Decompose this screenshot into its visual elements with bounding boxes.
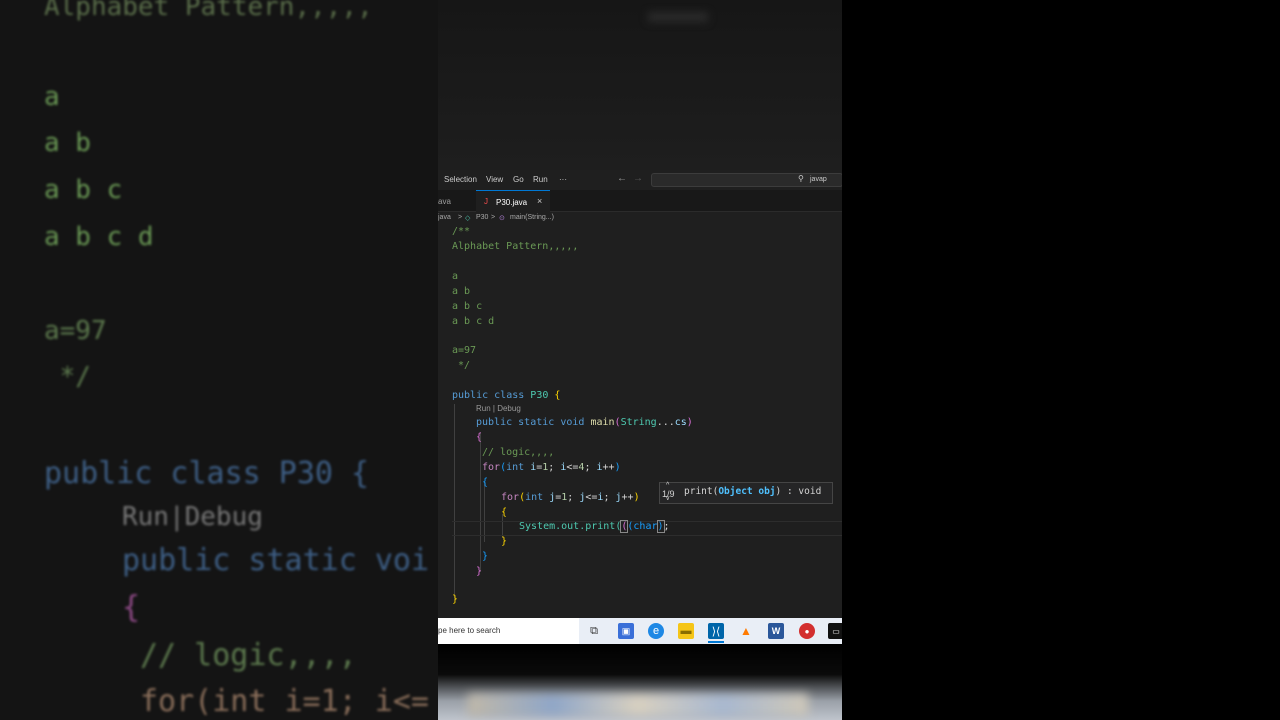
code-line-outer-close: } (482, 551, 489, 562)
menu-selection[interactable]: Selection (444, 175, 477, 184)
code-line-outer-brace: { (482, 477, 489, 488)
menu-more[interactable]: ··· (559, 175, 567, 184)
bg-line-lens: Run|Debug (122, 502, 263, 532)
code-line-inner-brace: { (501, 507, 508, 518)
code-line-main: public static void main(String...cs) (476, 417, 693, 428)
code-line-9: a=97 (452, 345, 477, 356)
background-zoom-left: Alphabet Pattern,,,,, a a b a b c a b c … (0, 0, 438, 720)
breadcrumb-class[interactable]: P30 (476, 214, 488, 221)
taskbar-search-placeholder: pe here to search (438, 626, 501, 635)
code-line-outer-for: for(int i=1; i<=4; i++) (482, 462, 621, 473)
editor-tabs: ava J P30.java × (438, 190, 842, 212)
word-icon[interactable]: W (768, 623, 784, 639)
bg-line-a97: a=97 (44, 316, 107, 346)
chevron-down-icon[interactable]: v (666, 495, 670, 502)
close-icon[interactable]: × (537, 196, 542, 206)
edge-icon[interactable]: e (648, 623, 664, 639)
bg-line-title: Alphabet Pattern,,,,, (44, 0, 373, 22)
code-line-5: a b (452, 286, 471, 297)
parameter-hint-popup[interactable]: ^ 1/9 v print(Object obj) : void (659, 482, 833, 504)
tab-previous[interactable]: ava (438, 190, 476, 211)
back-arrow-icon[interactable]: ← (617, 173, 627, 184)
breadcrumb-method[interactable]: main(String...) (510, 214, 554, 221)
code-line-1: /** (452, 226, 471, 237)
bg-line-ab: a b (44, 128, 91, 158)
breadcrumb-separator: > (458, 214, 463, 221)
bg-line-for: for(int i=1; i<= (140, 684, 429, 719)
breadcrumb-file[interactable]: java (438, 214, 451, 221)
indent-guide (480, 432, 481, 572)
menu-view[interactable]: View (486, 175, 503, 184)
bg-line-logic: // logic,,,, (140, 638, 357, 673)
menu-run[interactable]: Run (533, 175, 548, 184)
code-line-6: a b c (452, 301, 483, 312)
code-line-open-brace: { (476, 432, 483, 443)
method-signature: print(Object obj) : void (684, 486, 822, 497)
terminal-icon[interactable]: ▭ (828, 623, 842, 639)
breadcrumb-separator: > (491, 214, 496, 221)
menu-bar: Selection View Go Run ··· ← → ⚲ javap (438, 170, 842, 188)
breadcrumb: java > ◇ P30 > ⊙ main(String...) (438, 212, 842, 224)
code-line-inner-close: } (501, 536, 508, 547)
code-line-4: a (452, 271, 459, 282)
background-right (842, 0, 1280, 720)
search-text: javap (810, 176, 827, 183)
code-lens-run-debug[interactable]: Run | Debug (476, 404, 521, 413)
task-view-icon[interactable]: ⧉ (586, 623, 602, 639)
code-line-comment-logic: // logic,,,, (482, 447, 555, 458)
bg-line-class: public class P30 { (44, 456, 370, 491)
taskbar-search-box[interactable]: pe here to search (438, 618, 579, 644)
bg-line-main: public static voi (122, 543, 430, 578)
code-line-10: */ (452, 360, 471, 371)
search-icon: ⚲ (798, 174, 804, 183)
tab-previous-label: ava (438, 197, 451, 206)
code-line-inner-for: for(int j=1; j<=i; j++) (501, 492, 640, 503)
tab-label: P30.java (496, 198, 528, 207)
top-blur-area (438, 0, 842, 170)
store-icon[interactable]: ▣ (618, 623, 634, 639)
bottom-blur-area (438, 644, 842, 720)
class-icon: ◇ (465, 215, 471, 222)
code-line-class: public class P30 { (452, 390, 561, 401)
method-icon: ⊙ (499, 215, 505, 222)
tab-p30-java[interactable]: J P30.java × (476, 190, 550, 212)
chevron-up-icon[interactable]: ^ (666, 482, 669, 489)
menu-go[interactable]: Go (513, 175, 524, 184)
indent-guide (454, 404, 455, 600)
windows-taskbar: pe here to search ⧉ ▣ e ▬ ⟩⟨ ▲ W ● ▭ (438, 618, 842, 644)
code-line-print: System.out.print(((char); (519, 520, 670, 533)
file-explorer-icon[interactable]: ▬ (678, 623, 694, 639)
bg-line-brace: { (122, 590, 141, 625)
command-center-search[interactable]: ⚲ javap (651, 173, 842, 187)
bg-line-abc: a b c (44, 175, 123, 205)
bg-line-a: a (44, 82, 60, 112)
code-line-class-close: } (452, 594, 459, 605)
vscode-icon[interactable]: ⟩⟨ (708, 623, 724, 639)
forward-arrow-icon[interactable]: → (633, 173, 643, 184)
code-line-main-close: } (476, 566, 483, 577)
code-line-2: Alphabet Pattern,,,,, (452, 241, 579, 252)
app-red-icon[interactable]: ● (799, 623, 815, 639)
active-app-indicator (708, 641, 724, 643)
bg-line-endcomment: */ (44, 362, 91, 392)
code-line-7: a b c d (452, 316, 495, 327)
video-frame: Selection View Go Run ··· ← → ⚲ javap av… (438, 0, 842, 720)
code-editor[interactable]: /** Alphabet Pattern,,,,, a a b a b c a … (438, 224, 842, 618)
vlc-icon[interactable]: ▲ (738, 623, 754, 639)
bg-line-abcd: a b c d (44, 222, 154, 252)
java-file-icon: J (484, 197, 488, 206)
